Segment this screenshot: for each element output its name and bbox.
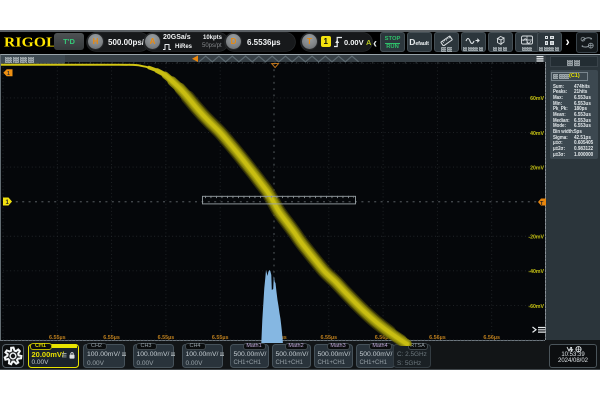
svg-text:6.55µs: 6.55µs [158, 334, 175, 340]
svg-text:60mV: 60mV [530, 96, 544, 102]
svg-text:1: 1 [7, 71, 10, 77]
svg-text:-40mV: -40mV [528, 269, 544, 275]
svg-text:6.56µs: 6.56µs [483, 334, 500, 340]
svg-text:-20mV: -20mV [528, 234, 544, 240]
svg-text:6.55µs: 6.55µs [320, 334, 337, 340]
svg-text:6.55µs: 6.55µs [212, 334, 229, 340]
svg-text:40mV: 40mV [530, 130, 544, 136]
svg-text:20mV: 20mV [530, 165, 544, 171]
svg-text:6.55µs: 6.55µs [103, 334, 120, 340]
svg-text:6.56µs: 6.56µs [429, 334, 446, 340]
svg-text:6.55µs: 6.55µs [49, 334, 66, 340]
svg-text:-60mV: -60mV [528, 303, 544, 309]
